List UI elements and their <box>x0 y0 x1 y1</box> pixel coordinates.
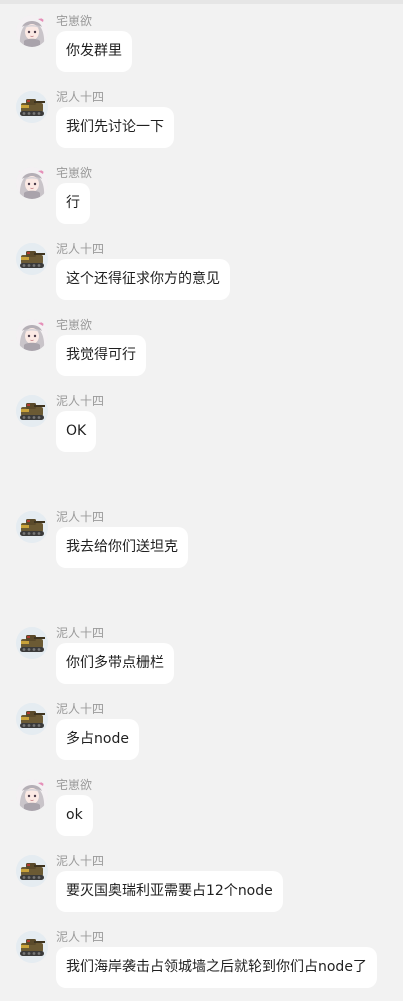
sender-name: 泥人十四 <box>56 626 105 640</box>
sender-name: 泥人十四 <box>56 930 105 944</box>
tank-avatar-icon[interactable] <box>16 511 48 543</box>
sender-name: 泥人十四 <box>56 394 105 408</box>
message-bubble[interactable]: ok <box>56 795 93 836</box>
tank-avatar-icon[interactable] <box>16 703 48 735</box>
message-bubble[interactable]: 你发群里 <box>56 31 132 72</box>
chat-message: 泥人十四 你们多带点栅栏 <box>0 626 403 697</box>
chat-message: 泥人十四 我去给你们送坦克 <box>0 510 403 581</box>
tank-avatar-icon[interactable] <box>16 855 48 887</box>
sender-name: 宅崽欲 <box>56 166 93 180</box>
sender-name: 泥人十四 <box>56 90 105 104</box>
chat-message: 宅崽欲 你发群里 <box>0 14 403 85</box>
message-bubble[interactable]: 我们海岸袭击占领城墙之后就轮到你们占node了 <box>56 947 377 988</box>
message-bubble[interactable]: OK <box>56 411 97 452</box>
message-bubble[interactable]: 行 <box>56 183 90 224</box>
chat-message: 泥人十四 这个还得征求你方的意见 <box>0 242 403 313</box>
white-haired-anime-girl-avatar-icon[interactable] <box>16 15 48 47</box>
sender-name: 泥人十四 <box>56 242 105 256</box>
white-haired-anime-girl-avatar-icon[interactable] <box>16 779 48 811</box>
message-bubble[interactable]: 多占node <box>56 719 139 760</box>
chat-message: 宅崽欲 行 <box>0 166 403 237</box>
message-bubble[interactable]: 要灭国奥瑞利亚需要占12个node <box>56 871 283 912</box>
chat-message: 宅崽欲 ok <box>0 778 403 849</box>
tank-avatar-icon[interactable] <box>16 931 48 963</box>
white-haired-anime-girl-avatar-icon[interactable] <box>16 319 48 351</box>
message-bubble[interactable]: 我们先讨论一下 <box>56 107 174 148</box>
chat-message: 泥人十四 OK <box>0 394 403 465</box>
sender-name: 泥人十四 <box>56 510 105 524</box>
message-bubble[interactable]: 我去给你们送坦克 <box>56 527 188 568</box>
white-haired-anime-girl-avatar-icon[interactable] <box>16 167 48 199</box>
tank-avatar-icon[interactable] <box>16 91 48 123</box>
tank-avatar-icon[interactable] <box>16 243 48 275</box>
chat-message-list[interactable]: 宅崽欲 你发群里 泥人十四 我们先讨论一下 宅崽欲 行 泥人十四 这个还得征求你… <box>0 0 403 998</box>
chat-message: 泥人十四 多占node <box>0 702 403 773</box>
sender-name: 泥人十四 <box>56 702 105 716</box>
sender-name: 宅崽欲 <box>56 778 93 792</box>
sender-name: 泥人十四 <box>56 854 105 868</box>
message-bubble[interactable]: 这个还得征求你方的意见 <box>56 259 230 300</box>
chat-message: 宅崽欲 我觉得可行 <box>0 318 403 389</box>
sender-name: 宅崽欲 <box>56 318 93 332</box>
message-bubble[interactable]: 我觉得可行 <box>56 335 146 376</box>
chat-message: 泥人十四 要灭国奥瑞利亚需要占12个node <box>0 854 403 925</box>
chat-message: 泥人十四 我们海岸袭击占领城墙之后就轮到你们占node了 <box>0 930 403 1001</box>
message-bubble[interactable]: 你们多带点栅栏 <box>56 643 174 684</box>
sender-name: 宅崽欲 <box>56 14 93 28</box>
chat-message: 泥人十四 我们先讨论一下 <box>0 90 403 161</box>
tank-avatar-icon[interactable] <box>16 627 48 659</box>
tank-avatar-icon[interactable] <box>16 395 48 427</box>
